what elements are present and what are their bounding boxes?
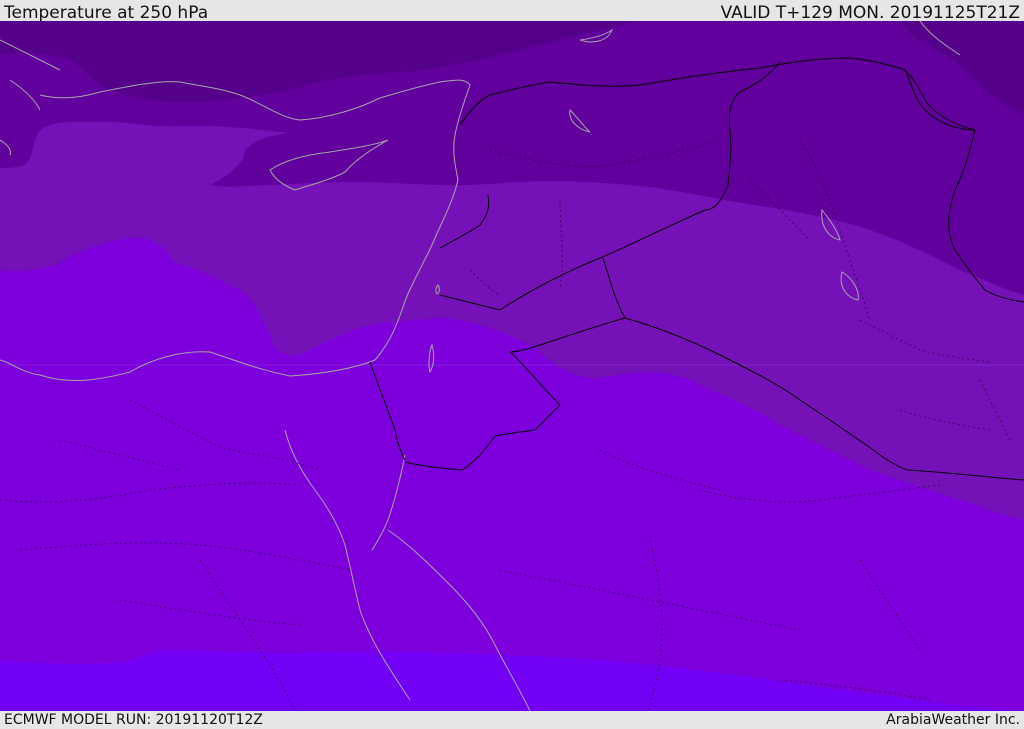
credit-text: ArabiaWeather Inc.	[886, 712, 1020, 728]
temperature-map[interactable]	[0, 21, 1024, 711]
footer-bar: ECMWF MODEL RUN: 20191120T12Z ArabiaWeat…	[0, 711, 1024, 729]
model-run: ECMWF MODEL RUN: 20191120T12Z	[4, 712, 263, 728]
header-bar: Temperature at 250 hPa VALID T+129 MON. …	[0, 0, 1024, 23]
map-title: Temperature at 250 hPa	[4, 3, 209, 23]
map-canvas	[0, 21, 1024, 711]
valid-time: VALID T+129 MON. 20191125T21Z	[720, 3, 1020, 23]
